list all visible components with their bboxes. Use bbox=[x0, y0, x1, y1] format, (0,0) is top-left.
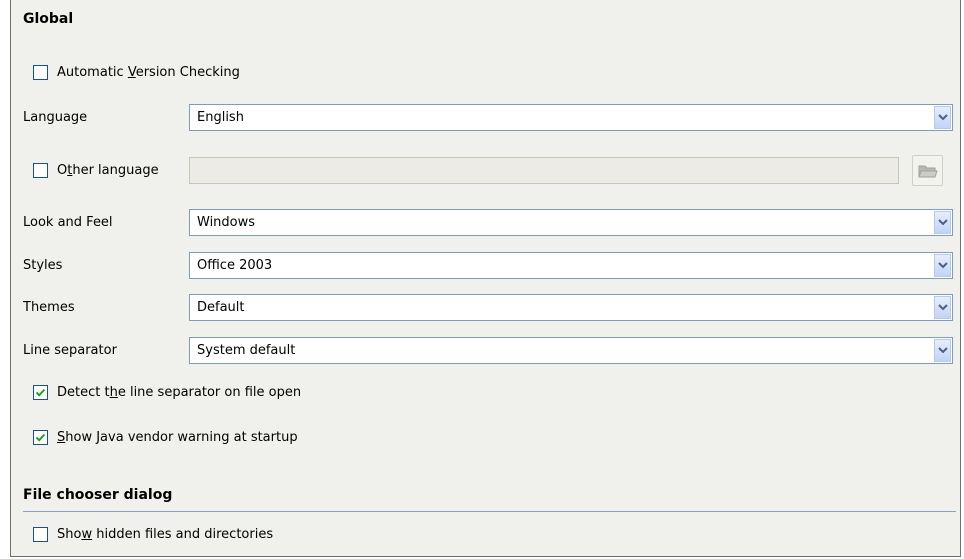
show-hidden-files-label: Show hidden files and directories bbox=[57, 527, 274, 542]
browse-folder-button[interactable] bbox=[912, 155, 943, 186]
java-vendor-warning-label: Show Java vendor warning at startup bbox=[57, 430, 298, 445]
look-and-feel-select[interactable]: Windows bbox=[189, 209, 953, 236]
line-separator-value: System default bbox=[197, 343, 296, 358]
checkbox-box[interactable] bbox=[33, 385, 48, 400]
themes-select[interactable]: Default bbox=[189, 294, 953, 321]
language-label: Language bbox=[23, 110, 88, 125]
global-heading: Global bbox=[23, 11, 74, 27]
checkbox-box[interactable] bbox=[33, 163, 48, 178]
auto-version-check-label: Automatic Version Checking bbox=[57, 65, 240, 80]
themes-value: Default bbox=[197, 300, 245, 315]
detect-line-separator-label: Detect the line separator on file open bbox=[57, 385, 302, 400]
checkmark-icon bbox=[35, 388, 46, 397]
java-vendor-warning-checkbox[interactable]: Show Java vendor warning at startup bbox=[33, 429, 373, 449]
checkmark-icon bbox=[35, 433, 46, 442]
file-chooser-heading: File chooser dialog bbox=[23, 487, 173, 503]
chevron-down-icon[interactable] bbox=[934, 106, 951, 129]
chevron-down-icon[interactable] bbox=[934, 296, 951, 319]
options-panel: Global Automatic Version Checking Langua… bbox=[10, 0, 961, 557]
detect-line-separator-checkbox[interactable]: Detect the line separator on file open bbox=[33, 384, 373, 404]
themes-label: Themes bbox=[23, 300, 75, 315]
styles-select[interactable]: Office 2003 bbox=[189, 252, 953, 279]
chevron-down-icon[interactable] bbox=[934, 339, 951, 362]
language-select[interactable]: English bbox=[189, 104, 953, 131]
section-divider bbox=[23, 511, 956, 512]
checkbox-box[interactable] bbox=[33, 527, 48, 542]
auto-version-check-checkbox[interactable]: Automatic Version Checking bbox=[33, 64, 293, 84]
chevron-down-icon[interactable] bbox=[934, 211, 951, 234]
line-separator-label: Line separator bbox=[23, 343, 117, 358]
other-language-path-field bbox=[189, 157, 899, 184]
checkbox-box[interactable] bbox=[33, 430, 48, 445]
language-value: English bbox=[197, 110, 244, 125]
line-separator-select[interactable]: System default bbox=[189, 337, 953, 364]
look-and-feel-value: Windows bbox=[197, 215, 256, 230]
other-language-label: Other language bbox=[57, 163, 159, 178]
chevron-down-icon[interactable] bbox=[934, 254, 951, 277]
checkbox-box[interactable] bbox=[33, 65, 48, 80]
show-hidden-files-checkbox[interactable]: Show hidden files and directories bbox=[33, 526, 353, 546]
look-and-feel-label: Look and Feel bbox=[23, 215, 113, 230]
styles-label: Styles bbox=[23, 258, 63, 273]
styles-value: Office 2003 bbox=[197, 258, 273, 273]
other-language-checkbox[interactable]: Other language bbox=[33, 162, 183, 182]
folder-icon bbox=[918, 165, 938, 178]
